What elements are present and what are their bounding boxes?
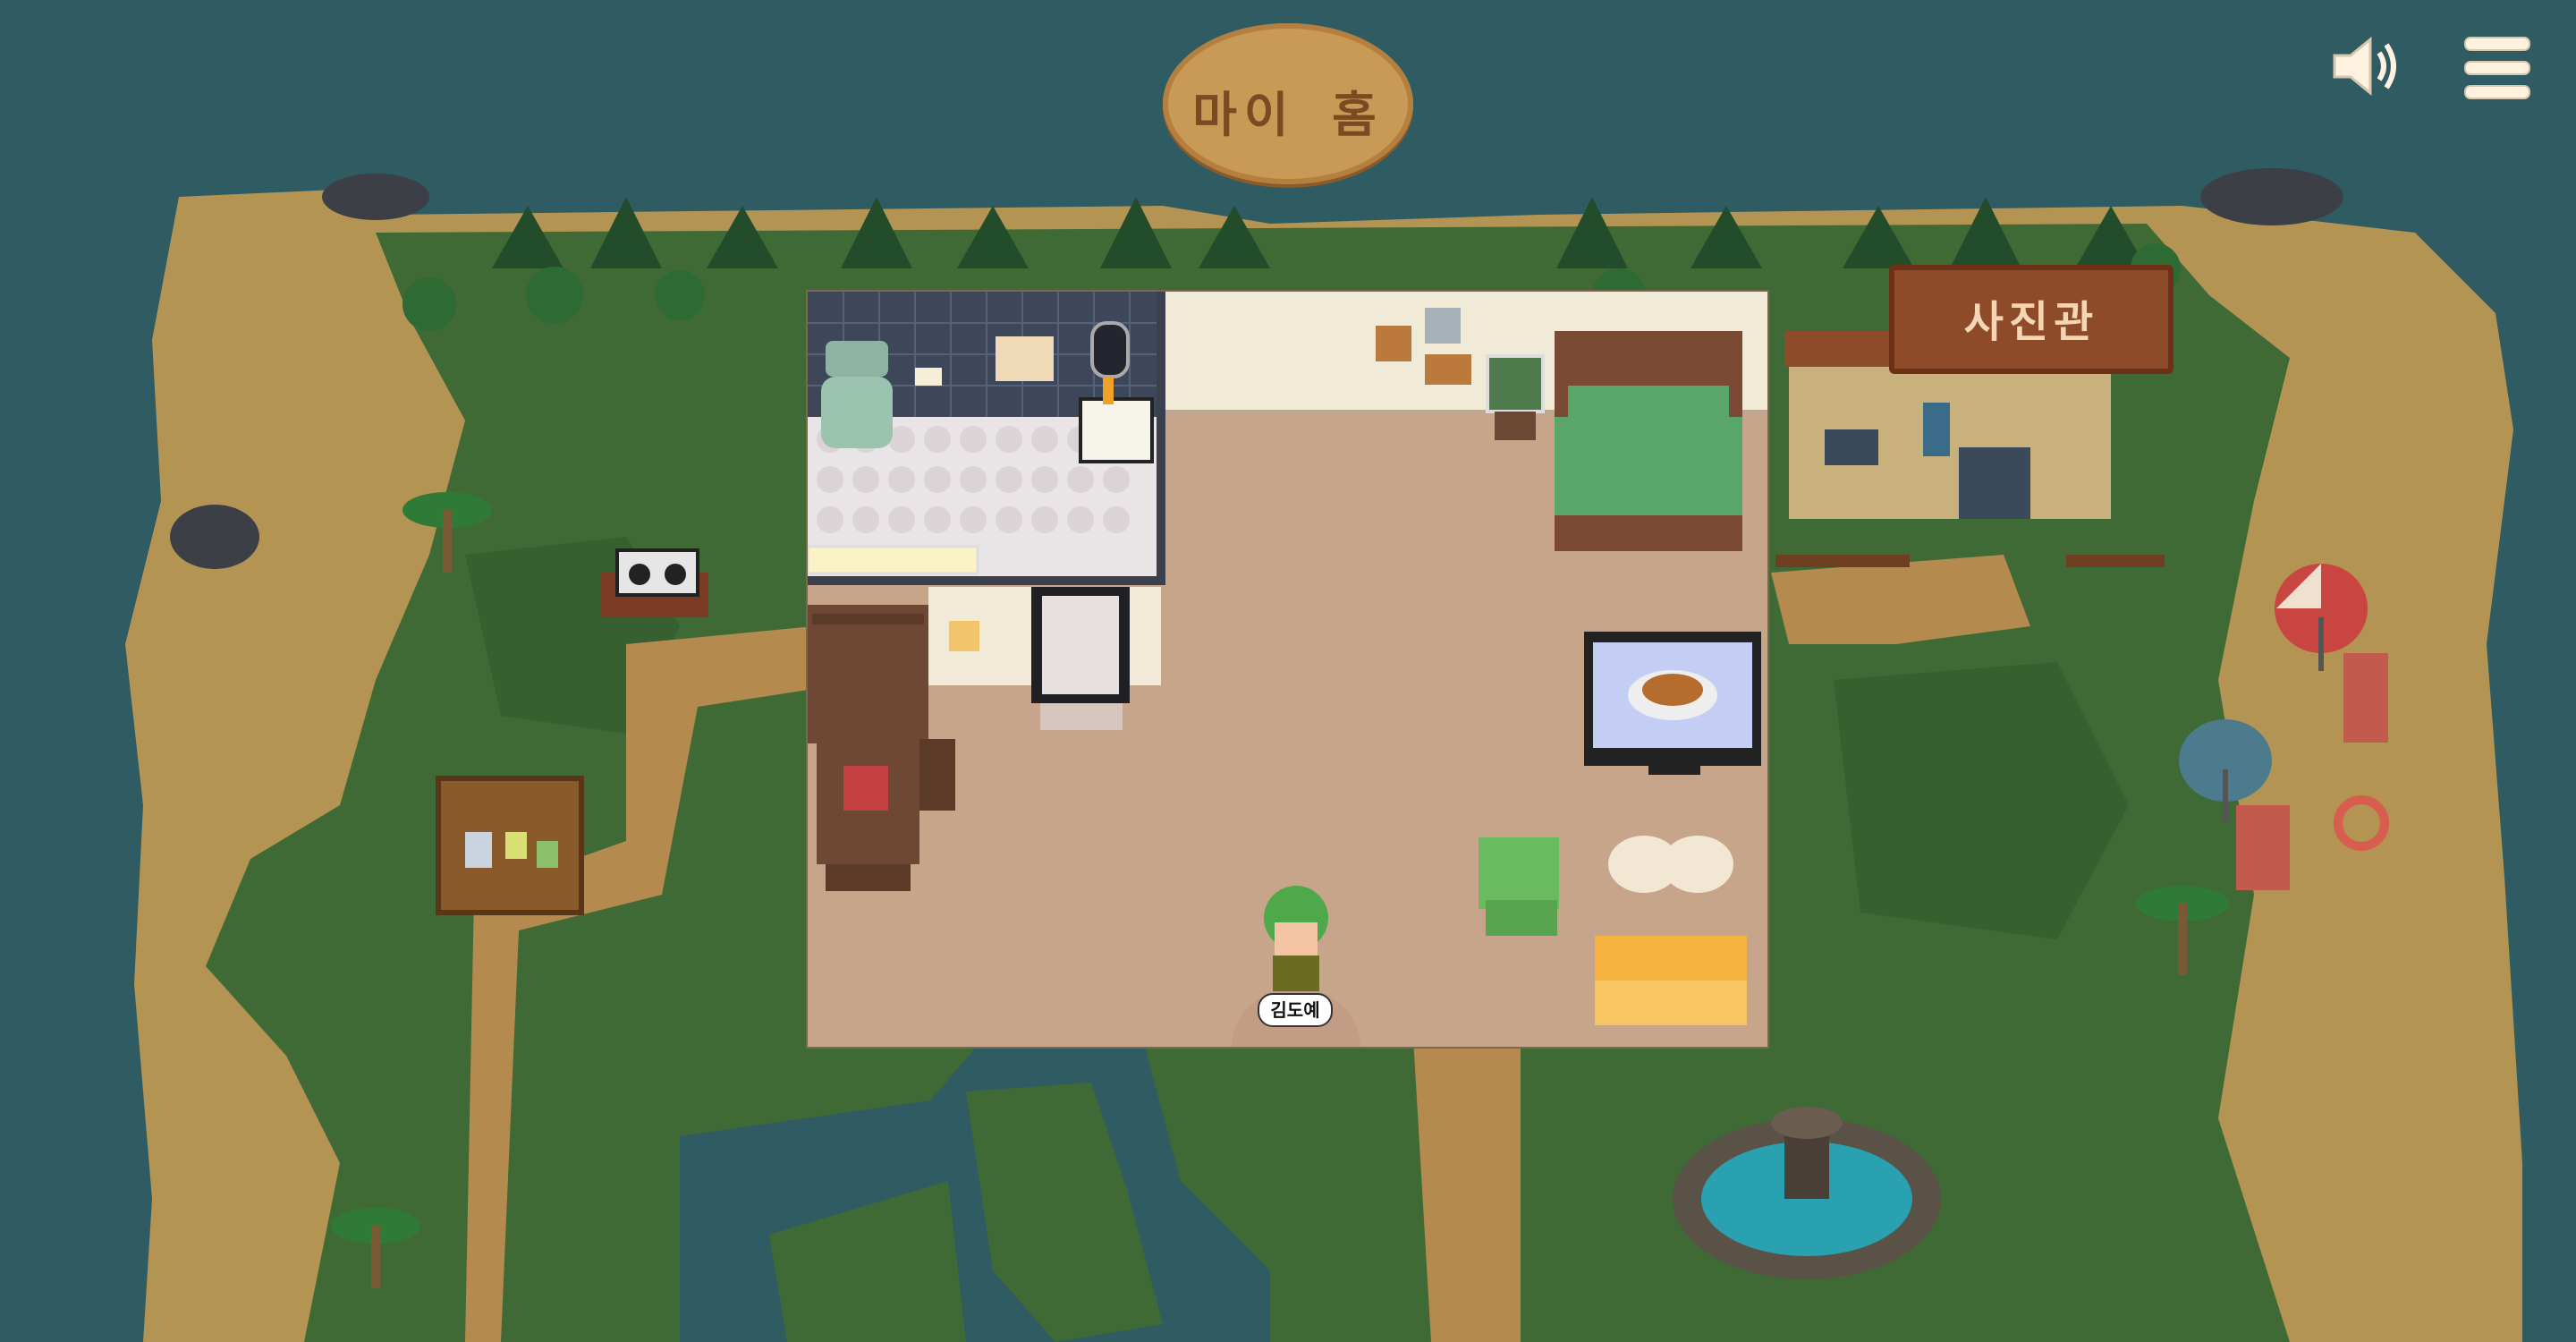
picture-frame	[1425, 308, 1461, 344]
sound-button[interactable]	[2326, 30, 2406, 102]
room-interior	[808, 292, 1767, 1047]
toilet	[821, 341, 893, 448]
television	[1584, 632, 1761, 775]
fence	[2066, 555, 2165, 567]
bathtub	[808, 545, 979, 575]
my-home-room[interactable]	[808, 292, 1767, 1047]
player-name-tag: 김도예	[1258, 993, 1333, 1027]
towel	[996, 336, 1054, 381]
bulletin-board	[436, 776, 584, 915]
picture-frame	[1376, 326, 1411, 361]
photo-studio-sign[interactable]: 사진관	[1889, 265, 2174, 374]
bed	[1555, 331, 1742, 551]
ottomans	[1608, 836, 1733, 893]
player-character	[1264, 886, 1328, 991]
speaker-icon	[2333, 36, 2396, 97]
soap	[915, 368, 942, 386]
photo-studio-sign-label: 사진관	[1963, 297, 2099, 347]
dirt-path	[1413, 1038, 1521, 1342]
fence	[1775, 555, 1910, 567]
refrigerator	[1031, 587, 1130, 703]
dining-table	[817, 721, 955, 891]
aquarium	[1486, 354, 1545, 413]
title-sign-label: 마이 홈	[1192, 87, 1384, 143]
menu-button[interactable]	[2462, 34, 2533, 102]
radio-bench	[601, 548, 708, 617]
sticker	[949, 621, 979, 651]
hamburger-menu-icon	[2464, 37, 2530, 99]
sofa	[1595, 936, 1747, 1025]
picture-frame	[1425, 354, 1471, 385]
armchair	[1479, 837, 1559, 936]
mirror	[1090, 321, 1130, 378]
title-sign: 마이 홈	[1163, 23, 1413, 184]
